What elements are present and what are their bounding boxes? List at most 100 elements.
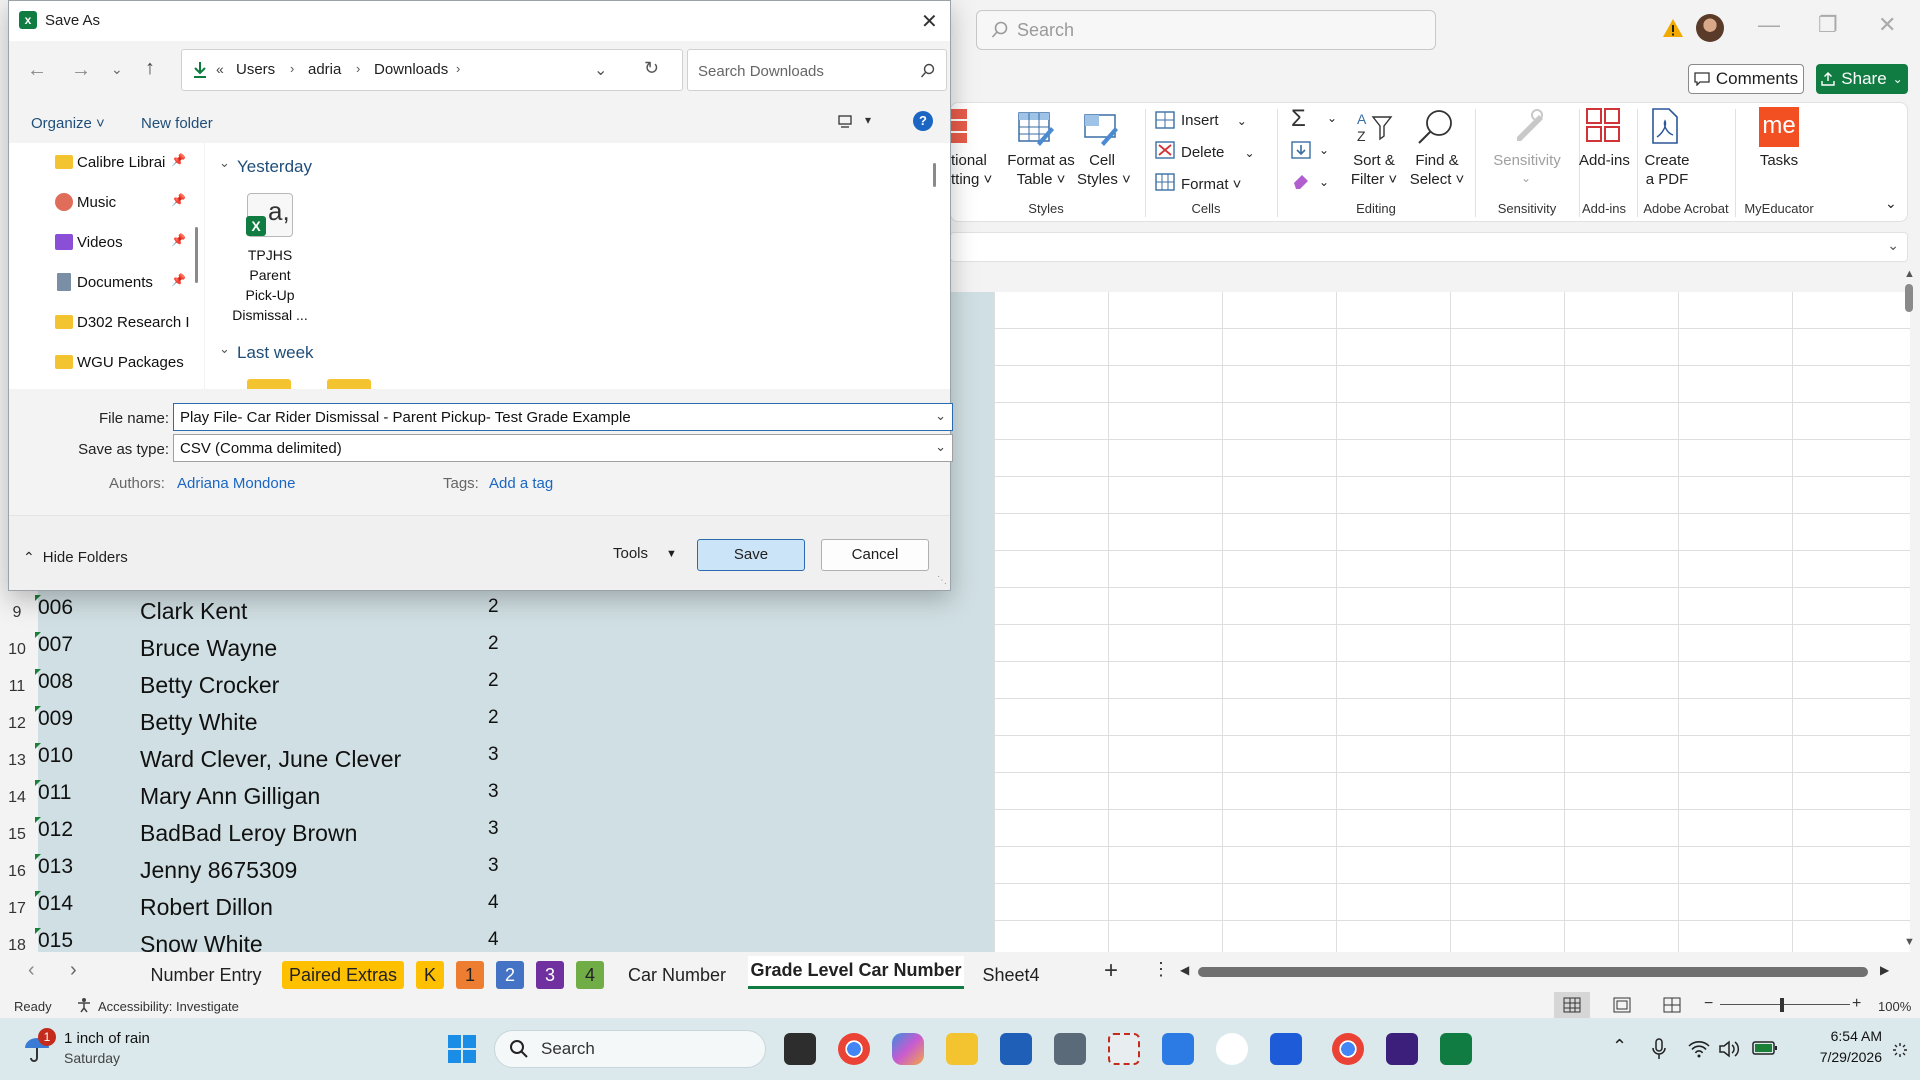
cell-id[interactable]: 008 [38, 670, 73, 694]
formula-bar[interactable]: ⌄ [950, 232, 1908, 262]
file-list-scrollbar-thumb[interactable] [933, 163, 936, 187]
fill-down-icon[interactable] [1291, 141, 1311, 159]
cancel-button[interactable]: Cancel [821, 539, 929, 571]
tab-number-entry[interactable]: Number Entry [142, 961, 270, 989]
microphone-icon[interactable] [1652, 1038, 1666, 1060]
chevron-down-icon[interactable]: ⌄ [935, 439, 946, 455]
tab-scroll-left-icon[interactable]: ‹ [28, 959, 35, 982]
up-folder-icon[interactable]: ↑ [145, 57, 155, 80]
cell-name[interactable]: Ward Clever, June Clever [140, 746, 401, 773]
organize-menu[interactable]: Organize ˅ [31, 115, 105, 132]
cell-name[interactable]: Betty White [140, 709, 258, 736]
row-number[interactable]: 12 [0, 715, 34, 733]
conditional-formatting-label[interactable]: tional tting ˅ [951, 151, 995, 189]
hide-folders-button[interactable]: ⌃ Hide Folders [23, 549, 128, 566]
more-options-icon[interactable]: ⋮ [1152, 959, 1170, 980]
collapse-group-icon[interactable]: ⌄ [219, 155, 230, 171]
volume-icon[interactable] [1718, 1040, 1740, 1058]
myeducator-logo-icon[interactable]: me [1759, 107, 1799, 147]
restore-icon[interactable]: ❐ [1818, 12, 1838, 38]
create-pdf-icon[interactable] [1647, 107, 1683, 145]
task-view-icon[interactable] [784, 1033, 816, 1065]
tab-sheet4[interactable]: Sheet4 [976, 961, 1046, 989]
q-app-icon[interactable] [1386, 1033, 1418, 1065]
tab-1[interactable]: 1 [456, 961, 484, 989]
row-number[interactable]: 17 [0, 900, 34, 918]
hscroll-right-icon[interactable]: ▶ [1880, 963, 1889, 977]
table-row[interactable]: 17 014 Robert Dillon 4 [0, 890, 956, 927]
page-layout-icon[interactable] [1613, 997, 1631, 1013]
find-select-label[interactable]: Find & Select ˅ [1407, 151, 1467, 189]
horizontal-scrollbar-thumb[interactable] [1198, 967, 1868, 977]
expand-formula-bar-icon[interactable]: ⌄ [1887, 237, 1899, 254]
tab-4[interactable]: 4 [576, 961, 604, 989]
microsoft-store-icon[interactable] [1000, 1033, 1032, 1065]
snipping-tool-icon[interactable] [1108, 1033, 1140, 1065]
warning-icon[interactable] [1662, 18, 1684, 38]
cell-name[interactable]: Bruce Wayne [140, 635, 277, 662]
accessibility-status[interactable]: Accessibility: Investigate [98, 999, 239, 1014]
search-downloads-input[interactable]: Search Downloads [687, 49, 947, 91]
group-header-yesterday[interactable]: Yesterday [237, 157, 312, 177]
page-break-icon[interactable] [1663, 997, 1681, 1013]
breadcrumb-separator-icon[interactable]: › [290, 61, 294, 76]
cell-grade[interactable]: 3 [488, 781, 499, 803]
vertical-scrollbar[interactable]: ▲ ▼ [1900, 268, 1920, 952]
format-as-table-icon[interactable] [1017, 109, 1055, 147]
cell-styles-label[interactable]: Cell Styles ˅ [1077, 151, 1131, 189]
add-ins-icon[interactable] [1585, 107, 1621, 143]
taskbar-search[interactable]: Search [494, 1030, 766, 1068]
chrome-icon[interactable] [838, 1033, 870, 1065]
notifications-icon[interactable] [1892, 1042, 1908, 1058]
battery-icon[interactable] [1752, 1040, 1778, 1056]
hscroll-left-icon[interactable]: ◀ [1180, 963, 1189, 977]
table-row[interactable]: 9 006 Clark Kent 2 [0, 594, 956, 631]
cell-id[interactable]: 012 [38, 818, 73, 842]
cell-grade[interactable]: 4 [488, 929, 499, 951]
chevron-down-icon[interactable]: ⌄ [935, 408, 946, 424]
cell-grade[interactable]: 2 [488, 670, 499, 692]
eraser-icon[interactable] [1291, 171, 1311, 191]
cell-id[interactable]: 007 [38, 633, 73, 657]
row-number[interactable]: 16 [0, 863, 34, 881]
tab-grade-level-car-number[interactable]: Grade Level Car Number [748, 956, 964, 989]
zoom-in-icon[interactable]: + [1852, 995, 1861, 1013]
copilot-icon[interactable] [892, 1033, 924, 1065]
tab-3[interactable]: 3 [536, 961, 564, 989]
cell-grade[interactable]: 3 [488, 855, 499, 877]
recent-locations-icon[interactable]: ⌄ [111, 61, 123, 78]
back-icon[interactable]: ← [27, 59, 47, 82]
refresh-icon[interactable]: ↻ [644, 58, 659, 79]
cell-name[interactable]: Jenny 8675309 [140, 857, 297, 884]
save-as-type-select[interactable]: CSV (Comma delimited) ⌄ [173, 434, 953, 462]
new-folder-button[interactable]: New folder [141, 115, 213, 132]
sort-filter-label[interactable]: Sort & Filter ˅ [1347, 151, 1401, 189]
row-number[interactable]: 10 [0, 641, 34, 659]
app-icon[interactable] [1216, 1033, 1248, 1065]
zoom-slider[interactable] [1720, 1004, 1850, 1005]
help-icon[interactable]: ? [913, 111, 933, 131]
user-avatar[interactable] [1696, 14, 1724, 42]
breadcrumb-separator-icon[interactable]: › [456, 61, 460, 76]
nav-item-d302-research[interactable]: D302 Research I [9, 311, 189, 337]
tools-menu[interactable]: Tools ▼ [613, 545, 677, 562]
weather-line1[interactable]: 1 inch of rain [64, 1030, 150, 1047]
breadcrumb-users[interactable]: Users [236, 61, 275, 78]
zoom-slider-thumb[interactable] [1780, 998, 1784, 1012]
group-header-last-week[interactable]: Last week [237, 343, 314, 363]
zoom-level[interactable]: 100% [1878, 999, 1911, 1014]
authors-value[interactable]: Adriana Mondone [177, 475, 295, 492]
comments-button[interactable]: Comments [1688, 64, 1804, 94]
forward-icon[interactable]: → [71, 59, 91, 82]
address-dropdown-icon[interactable]: ⌄ [594, 60, 607, 80]
cell-grade[interactable]: 4 [488, 892, 499, 914]
network-app-icon[interactable] [1162, 1033, 1194, 1065]
cell-id[interactable]: 011 [38, 781, 71, 805]
nav-item-wgu-packages[interactable]: WGU Packages [9, 351, 189, 377]
table-row[interactable]: 16 013 Jenny 8675309 3 [0, 853, 956, 890]
row-number[interactable]: 13 [0, 752, 34, 770]
breadcrumb-separator-icon[interactable]: › [356, 61, 360, 76]
table-row[interactable]: 11 008 Betty Crocker 2 [0, 668, 956, 705]
calculator-icon[interactable] [1054, 1033, 1086, 1065]
find-select-icon[interactable] [1415, 107, 1455, 147]
